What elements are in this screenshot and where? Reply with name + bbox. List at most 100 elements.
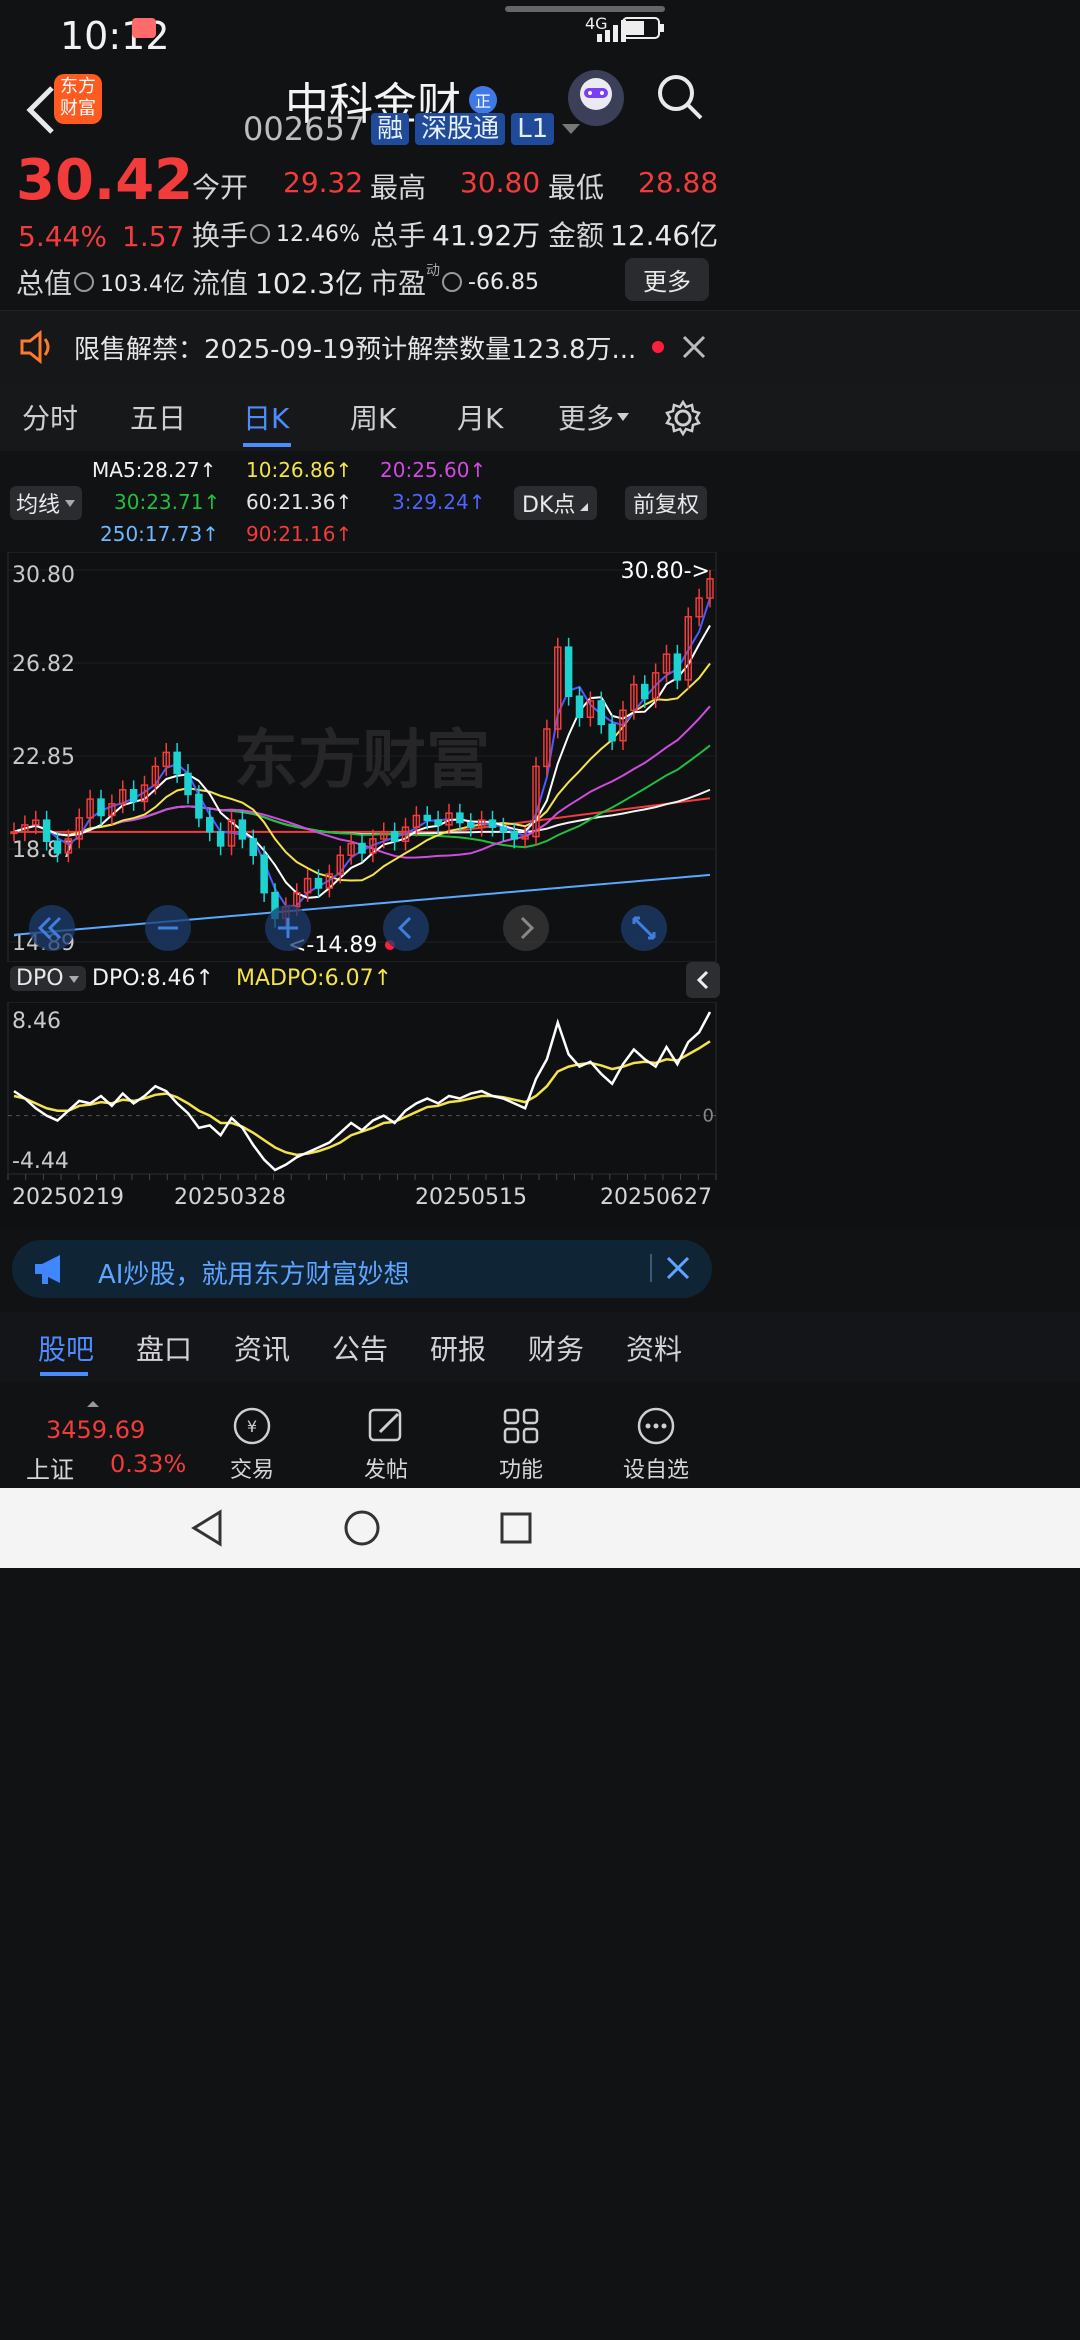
- corner-arrow-icon: [580, 503, 589, 511]
- candle-body: [314, 877, 323, 889]
- dpo-svg[interactable]: 8.46 -4.44 0 20250219 20250328 20250515 202506…: [0, 1002, 724, 1222]
- tab-intraday[interactable]: 分时: [22, 397, 78, 437]
- step-back-icon[interactable]: [383, 905, 429, 951]
- dpo-y-bottom: -4.44: [12, 1149, 69, 1174]
- nav-recents-icon[interactable]: [496, 1508, 536, 1548]
- chevron-down-icon: [65, 500, 76, 507]
- nav-home-icon[interactable]: [342, 1508, 382, 1548]
- stock-code: 002657: [243, 110, 366, 148]
- robot-avatar-icon[interactable]: [568, 70, 624, 126]
- ma20-label: 20:25.60↑: [380, 458, 487, 482]
- tab-announcements[interactable]: 公告: [332, 1328, 388, 1368]
- chevron-down-icon: [617, 413, 630, 421]
- tab-profile[interactable]: 资料: [626, 1328, 682, 1368]
- mkt-cap-group: 总值 103.4亿: [16, 262, 185, 302]
- dk-point-button[interactable]: DK点: [514, 486, 598, 520]
- tab-forum[interactable]: 股吧: [38, 1328, 94, 1368]
- tab-monthly-k[interactable]: 月K: [457, 397, 503, 437]
- index-value[interactable]: 3459.69: [46, 1416, 145, 1444]
- candle-body: [53, 840, 62, 854]
- candle-body: [423, 814, 431, 821]
- candle-body: [358, 842, 366, 854]
- candle-body: [97, 798, 105, 817]
- candle-body: [42, 819, 51, 842]
- tab-orderbook[interactable]: 盘口: [136, 1328, 192, 1368]
- high-value: 30.80: [460, 166, 541, 199]
- close-icon[interactable]: [680, 333, 708, 361]
- indicator-selector[interactable]: DPO: [10, 966, 86, 991]
- candle-body: [510, 831, 518, 840]
- price-adjust-button[interactable]: 前复权: [625, 486, 708, 520]
- y-tick-label: 22.85: [12, 745, 75, 770]
- ma-selector[interactable]: 均线: [10, 486, 83, 520]
- nav-post-label: 发帖: [363, 1458, 408, 1483]
- dpo-panel[interactable]: DPO DPO:8.46↑ MADPO:6.07↑ 8.46 -4.44 0 2025…: [0, 962, 1080, 1227]
- more-button[interactable]: 更多: [625, 258, 709, 301]
- info-icon[interactable]: [250, 224, 271, 244]
- battery-icon: [622, 17, 664, 39]
- index-change[interactable]: 0.33%: [110, 1450, 186, 1478]
- banner-divider: [650, 1254, 652, 1282]
- tab-five-day[interactable]: 五日: [130, 397, 186, 437]
- nav-post[interactable]: 发帖: [360, 1404, 412, 1484]
- candle-body: [564, 646, 573, 698]
- candle-body: [249, 838, 257, 857]
- info-icon[interactable]: [442, 272, 463, 292]
- tab-more-label: 更多: [558, 402, 615, 435]
- fullscreen-icon[interactable]: [621, 905, 667, 951]
- pe-super: 动: [426, 263, 441, 279]
- notice-text: 限售解禁：2025-09-19预计解禁数量123.8万...: [74, 335, 637, 365]
- app-logo[interactable]: 东方 财富: [54, 74, 102, 124]
- collapse-button[interactable]: [686, 962, 720, 998]
- ma60-label: 60:21.36↑: [246, 490, 353, 514]
- tab-more[interactable]: 更多: [558, 397, 630, 437]
- nav-trade[interactable]: ¥ 交易: [226, 1404, 278, 1484]
- bottom-nav: 3459.69 上证 0.33% ¥ 交易 发帖 功能 设自选: [0, 1398, 1080, 1486]
- search-icon[interactable]: [655, 72, 705, 122]
- index-name[interactable]: 上证: [26, 1450, 74, 1485]
- pe-label: 市盈: [370, 267, 427, 300]
- ma3-label: 3:29.24↑: [392, 490, 486, 514]
- tab-financials[interactable]: 财务: [528, 1328, 584, 1368]
- tab-underline: [40, 1372, 88, 1376]
- nav-functions[interactable]: 功能: [495, 1404, 547, 1484]
- period-tabs: 分时 五日 日K 周K 月K 更多: [0, 383, 1080, 451]
- candle-body: [499, 826, 508, 833]
- megaphone-icon: [35, 1255, 60, 1284]
- turnover-group: 换手 12.46%: [192, 214, 360, 254]
- ma5-label: MA5:28.27↑: [92, 458, 217, 482]
- candle-body: [10, 831, 18, 835]
- step-forward-icon[interactable]: [503, 905, 549, 951]
- ma90-label: 90:21.16↑: [246, 522, 353, 546]
- step-forward-icon-bg: [503, 905, 549, 951]
- low-value: 28.88: [638, 166, 719, 199]
- lockup-notice[interactable]: 限售解禁：2025-09-19预计解禁数量123.8万...: [0, 310, 1080, 384]
- tab-research[interactable]: 研报: [430, 1328, 486, 1368]
- open-value: 29.32: [283, 166, 364, 199]
- tab-weekly-k[interactable]: 周K: [350, 397, 396, 437]
- unread-dot: [652, 341, 664, 353]
- nav-add-watchlist-label: 设自选: [622, 1458, 689, 1483]
- kline-chart[interactable]: 30.8026.8222.8518.8714.89东方财富30.80-><-14…: [0, 552, 1080, 962]
- ai-banner[interactable]: AI炒股，就用东方财富妙想: [12, 1240, 712, 1298]
- change-amount: 1.57: [122, 220, 185, 253]
- candle-body: [597, 700, 605, 726]
- tab-daily-k[interactable]: 日K: [243, 397, 289, 437]
- change-percent: 5.44%: [18, 220, 107, 253]
- gear-icon[interactable]: [664, 399, 702, 437]
- tab-news[interactable]: 资讯: [234, 1328, 290, 1368]
- zoom-in-icon[interactable]: [265, 905, 311, 951]
- nav-back-icon[interactable]: [188, 1508, 228, 1548]
- zoom-out-icon[interactable]: [145, 905, 191, 951]
- turnover-label: 换手: [192, 219, 249, 252]
- svg-text:¥: ¥: [247, 1417, 257, 1436]
- kline-svg[interactable]: 30.8026.8222.8518.8714.89东方财富30.80-><-14…: [0, 552, 724, 962]
- fast-back-icon[interactable]: [29, 905, 75, 951]
- info-icon[interactable]: [74, 272, 95, 292]
- candle-body: [173, 751, 181, 775]
- candle-body: [129, 789, 138, 803]
- nav-add-watchlist[interactable]: 设自选: [618, 1404, 694, 1484]
- close-icon[interactable]: [664, 1254, 692, 1282]
- candle-body: [184, 772, 192, 796]
- grid-icon: [503, 1408, 539, 1444]
